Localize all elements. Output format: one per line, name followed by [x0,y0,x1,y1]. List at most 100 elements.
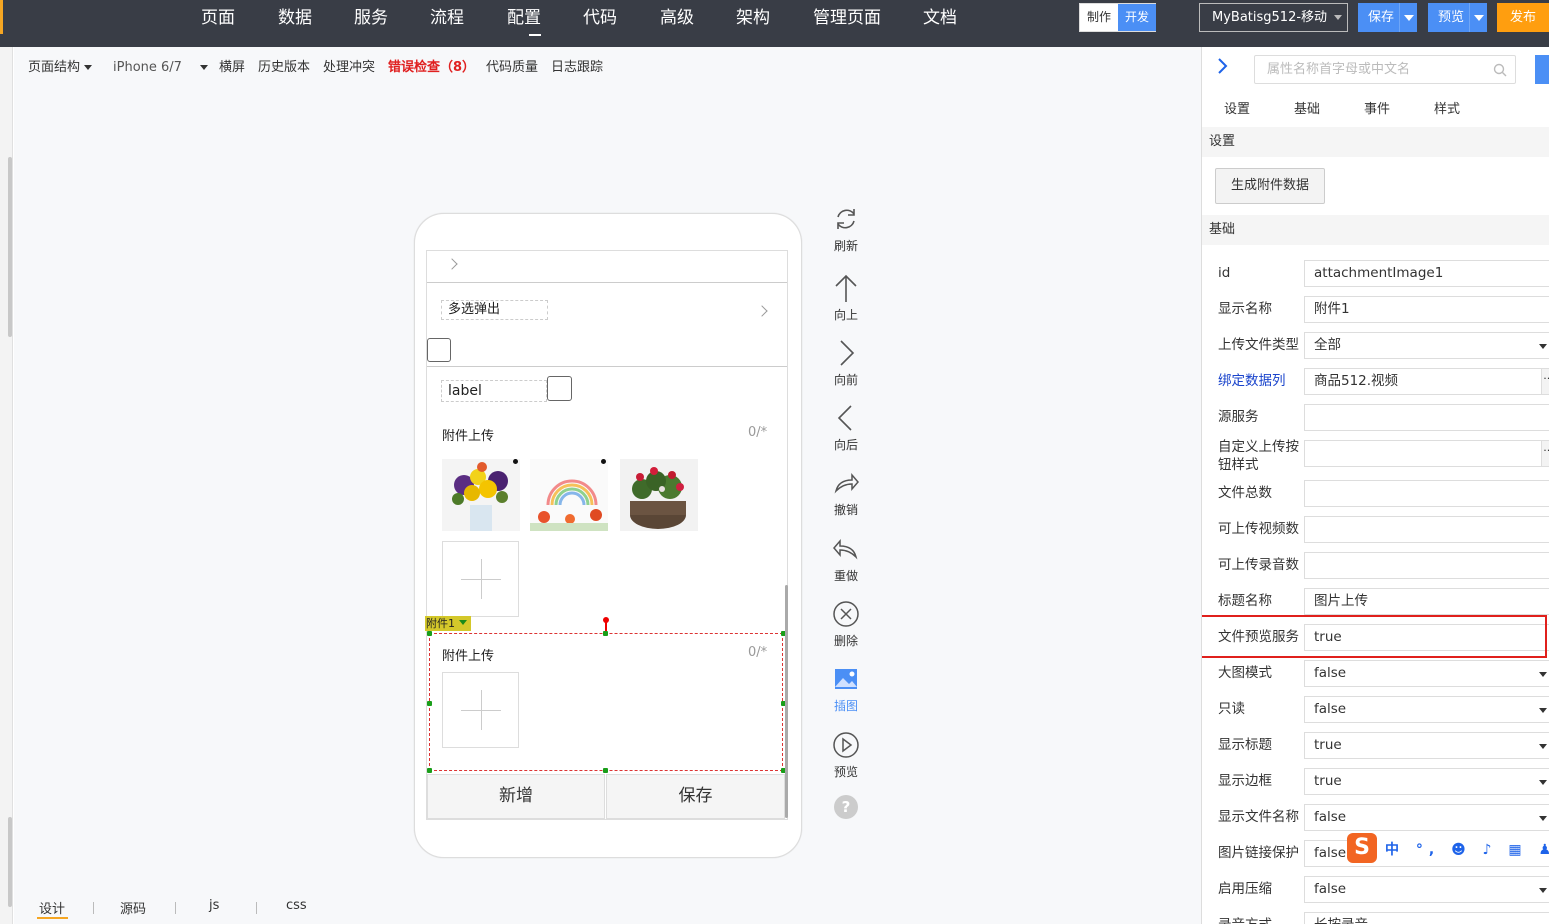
preview-button[interactable]: 预览 [1428,3,1487,32]
chevron-down-icon[interactable] [1539,816,1547,821]
rainbow-flowers-thumbnail[interactable] [530,459,608,531]
nav-config[interactable]: 配置 [507,7,541,36]
refresh-button[interactable]: 刷新 [826,205,866,254]
tab-settings[interactable]: 设置 [1224,98,1250,117]
history-button[interactable]: 历史版本 [258,59,310,77]
tab-js[interactable]: js [209,898,219,913]
mode-dev-button[interactable]: 开发 [1118,4,1156,31]
nav-docs[interactable]: 文档 [923,7,957,29]
property-input[interactable]: true [1304,768,1549,795]
sogou-logo-icon[interactable]: S [1347,833,1377,863]
resize-handle[interactable] [603,768,608,773]
property-input[interactable]: true [1304,732,1549,759]
insert-image-button[interactable]: 插图 [826,667,866,714]
forward-button[interactable]: 向前 [826,339,866,388]
property-input[interactable] [1304,480,1549,507]
label-field[interactable]: label [441,380,547,402]
chevron-right-icon[interactable] [446,258,458,270]
nav-architecture[interactable]: 架构 [736,7,770,29]
left-scrollbar[interactable] [8,157,12,337]
chevron-down-icon[interactable] [1539,780,1547,785]
multi-select-popup[interactable]: 多选弹出 [441,300,548,320]
resize-handle[interactable] [603,631,608,636]
property-input[interactable] [1304,404,1549,431]
nav-code[interactable]: 代码 [583,7,617,29]
tab-events[interactable]: 事件 [1364,98,1390,117]
undo-button[interactable]: 撤销 [826,469,866,518]
expand-chevron-icon[interactable] [1216,57,1230,75]
generate-attachment-data-button[interactable]: 生成附件数据 [1215,168,1325,204]
tab-basic[interactable]: 基础 [1294,98,1320,117]
preview-dropdown-icon[interactable] [1469,3,1487,32]
move-up-button[interactable]: 向上 [826,274,866,323]
property-input[interactable]: 商品512.视频 ··· [1304,368,1549,395]
device-select[interactable]: iPhone 6/7 [113,59,182,77]
resize-handle[interactable] [427,768,432,773]
property-input[interactable]: false [1304,876,1549,903]
tab-design[interactable]: 设计 [39,898,65,917]
chevron-down-icon[interactable] [1539,888,1547,893]
save-dropdown-icon[interactable] [1399,3,1417,32]
phone-scrollbar[interactable] [785,585,788,818]
device-dropdown-icon[interactable] [200,59,208,77]
property-input[interactable]: false [1304,696,1549,723]
nav-advanced[interactable]: 高级 [660,7,694,29]
property-input[interactable]: 图片上传 [1304,588,1549,615]
help-button[interactable]: ? [826,794,866,824]
property-input[interactable]: false [1304,660,1549,687]
selected-component-tag[interactable]: 附件1 [425,616,471,631]
nav-page[interactable]: 页面 [201,7,235,29]
nav-data[interactable]: 数据 [278,7,312,29]
redo-button[interactable]: 重做 [826,535,866,584]
error-check-button[interactable]: 错误检查（8） [388,59,475,77]
checkbox[interactable] [547,376,572,401]
publish-button[interactable]: 发布 [1497,3,1549,32]
resize-handle[interactable] [427,631,432,636]
nav-flow[interactable]: 流程 [430,7,464,29]
nav-admin-page[interactable]: 管理页面 [813,7,881,29]
property-input[interactable]: 全部 [1304,332,1549,359]
log-trace-button[interactable]: 日志跟踪 [551,59,603,77]
phone-save-button[interactable]: 保存 [606,774,785,819]
add-attachment-button[interactable] [442,541,519,617]
tab-source[interactable]: 源码 [120,898,146,917]
tab-css[interactable]: css [286,898,307,913]
ime-tools[interactable]: 中 °, ☻ ♪ ▦ ♟ ✿ [1385,839,1549,859]
property-input[interactable] [1304,516,1549,543]
property-input[interactable]: 附件1 [1304,296,1549,323]
remove-dot-icon[interactable] [601,459,606,464]
chevron-down-icon[interactable] [1539,708,1547,713]
chevron-down-icon[interactable] [1539,672,1547,677]
remove-dot-icon[interactable] [513,459,518,464]
add-button[interactable]: 新增 [427,774,605,819]
back-button[interactable]: 向后 [826,404,866,453]
preview-phone-button[interactable]: 预览 [826,731,866,780]
save-button[interactable]: 保存 [1358,3,1417,32]
flower-basket-thumbnail[interactable] [620,459,698,531]
property-input[interactable] [1304,552,1549,579]
property-input[interactable]: false [1304,804,1549,831]
gear-icon[interactable] [1535,55,1549,84]
more-dots-icon[interactable]: ··· [1541,441,1549,466]
resize-handle[interactable] [427,701,432,706]
nav-service[interactable]: 服务 [354,7,388,29]
chevron-right-icon[interactable] [756,305,768,317]
more-dots-icon[interactable]: ··· [1541,369,1549,394]
checkbox[interactable] [427,338,451,362]
flower-bouquet-thumbnail[interactable] [442,459,520,531]
section-settings-header[interactable]: 设置 [1202,127,1549,157]
landscape-button[interactable]: 横屏 [219,59,245,77]
left-scrollbar-lower[interactable] [8,817,12,907]
code-quality-button[interactable]: 代码质量 [486,59,538,77]
delete-button[interactable]: 删除 [826,600,866,649]
section-basic-header[interactable]: 基础 [1202,215,1549,245]
property-input[interactable]: attachmentImage1 [1304,260,1549,287]
resolve-conflict-button[interactable]: 处理冲突 [323,59,375,77]
chevron-down-icon[interactable] [1539,344,1547,349]
property-search-input[interactable]: 属性名称首字母或中文名 [1254,55,1516,84]
page-structure-dropdown[interactable]: 页面结构 [28,59,93,77]
property-input[interactable]: 长按录音 [1304,912,1549,924]
tab-styles[interactable]: 样式 [1434,98,1460,117]
chevron-down-icon[interactable] [1539,744,1547,749]
project-select[interactable]: MyBatisg512-移动 [1199,3,1348,32]
